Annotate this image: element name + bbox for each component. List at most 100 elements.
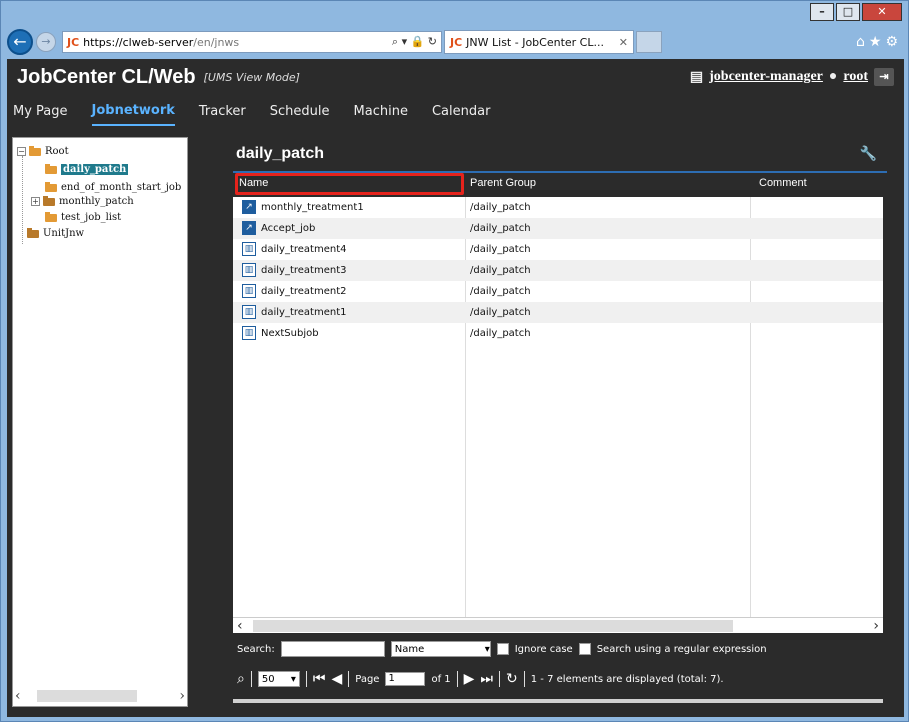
row-parent-group: /daily_patch: [470, 286, 531, 297]
table-row[interactable]: ↗ Accept_job/daily_patch: [233, 218, 883, 239]
scroll-left-icon[interactable]: ‹: [15, 688, 21, 704]
user-area: ▤ jobcenter-manager ● root ⇥: [690, 68, 894, 86]
scroll-right-icon[interactable]: ›: [873, 618, 879, 634]
row-name: daily_treatment3: [261, 265, 347, 276]
tree-horizontal-scrollbar[interactable]: ‹ ›: [15, 688, 185, 704]
collapse-icon[interactable]: −: [17, 147, 26, 156]
jobnetwork-icon: ↗: [242, 200, 256, 214]
folder-open-icon: [45, 181, 57, 192]
menu-machine[interactable]: Machine: [354, 98, 408, 125]
table-horizontal-scrollbar[interactable]: ‹ ›: [233, 617, 883, 634]
close-button[interactable]: ✕: [862, 3, 902, 21]
page-of-label: of 1: [431, 673, 451, 685]
ignore-case-checkbox[interactable]: [496, 643, 509, 655]
panel-resize-handle[interactable]: [233, 699, 883, 703]
regex-checkbox[interactable]: [578, 643, 591, 655]
row-name: daily_treatment1: [261, 307, 347, 318]
chevron-down-icon: ▾: [484, 643, 490, 655]
new-tab-button[interactable]: [636, 31, 662, 53]
menu-tracker[interactable]: Tracker: [199, 98, 246, 125]
menu-jobnetwork[interactable]: Jobnetwork: [91, 97, 175, 126]
folder-open-icon: [45, 163, 57, 174]
tree-label-monthly-patch: monthly_patch: [59, 196, 134, 207]
jnw-list-panel: daily_patch 🔧 Name Parent Group Comment …: [233, 137, 887, 707]
last-page-icon[interactable]: ⏭: [480, 671, 493, 687]
back-button[interactable]: ←: [7, 29, 33, 55]
user-link[interactable]: root: [843, 69, 868, 85]
group-icon: ▥: [242, 263, 256, 277]
separator: [348, 671, 350, 687]
panel-header: daily_patch 🔧: [233, 137, 887, 173]
first-page-icon[interactable]: ⏮: [313, 671, 326, 687]
tree-node-monthly-patch[interactable]: + monthly_patch: [31, 195, 134, 207]
page-label: Page: [355, 673, 380, 685]
wrench-icon[interactable]: 🔧: [860, 146, 877, 162]
search-lock-refresh-icon[interactable]: ⌕ ▾ 🔒 ↻: [392, 35, 437, 49]
forward-button[interactable]: →: [36, 32, 56, 52]
folder-open-icon: [29, 145, 41, 156]
tree-node-unitjnw[interactable]: UnitJnw: [27, 227, 85, 239]
folder-open-icon: [45, 211, 57, 222]
url-path: /en/jnws: [193, 35, 240, 49]
row-parent-group: /daily_patch: [470, 223, 531, 234]
url-host: https://clweb-server: [83, 35, 194, 49]
refresh-icon[interactable]: ↻: [506, 671, 518, 687]
search-field-select[interactable]: Name ▾: [390, 641, 491, 657]
pager-row: ⌕ 50 ▾ ⏮ ◀ Page 1 of 1 ▶ ⏭ ↻ 1 - 7 eleme…: [237, 667, 724, 691]
column-parent-group[interactable]: Parent Group: [470, 177, 536, 189]
prev-page-icon[interactable]: ◀: [331, 671, 342, 687]
search-input[interactable]: [280, 641, 385, 657]
name-column-highlight: [235, 173, 464, 195]
user-icon: ●: [828, 69, 838, 84]
page-size-select[interactable]: 50 ▾: [257, 671, 300, 687]
separator: [305, 671, 307, 687]
manager-link[interactable]: jobcenter-manager: [709, 69, 823, 85]
group-icon: ▥: [242, 242, 256, 256]
expand-icon[interactable]: +: [31, 197, 40, 206]
tab-close-icon[interactable]: ✕: [619, 36, 628, 49]
row-name: Accept_job: [261, 223, 316, 234]
separator: [499, 671, 501, 687]
column-comment[interactable]: Comment: [759, 177, 807, 189]
row-parent-group: /daily_patch: [470, 307, 531, 318]
tree-node-daily-patch[interactable]: daily_patch: [45, 163, 129, 175]
row-parent-group: /daily_patch: [470, 202, 531, 213]
menu-calendar[interactable]: Calendar: [432, 98, 490, 125]
window-controls: – □ ✕: [810, 3, 902, 21]
table-row[interactable]: ▥ NextSubjob/daily_patch: [233, 323, 883, 344]
menu-my-page[interactable]: My Page: [13, 98, 68, 125]
separator: [456, 671, 458, 687]
site-favicon: JC: [67, 35, 80, 49]
table-row[interactable]: ▥ daily_treatment3/daily_patch: [233, 260, 883, 281]
tree-node-test-job-list[interactable]: test_job_list: [45, 211, 121, 223]
search-row: Search: Name ▾ Ignore case Search using …: [237, 639, 767, 659]
folder-closed-icon: [27, 227, 39, 238]
address-bar[interactable]: JC https://clweb-server/en/jnws ⌕ ▾ 🔒 ↻: [62, 31, 442, 53]
row-name: daily_treatment2: [261, 286, 347, 297]
folder-closed-icon: [43, 195, 55, 206]
table-row[interactable]: ▥ daily_treatment4/daily_patch: [233, 239, 883, 260]
page-number-input[interactable]: 1: [385, 672, 426, 686]
minimize-button[interactable]: –: [810, 3, 834, 21]
tree-label-unitjnw: UnitJnw: [43, 228, 85, 239]
scroll-right-icon[interactable]: ›: [179, 688, 185, 704]
browser-toolbar-icons[interactable]: ⌂★⚙: [856, 34, 902, 50]
tab-label: JNW List - JobCenter CL...: [466, 35, 604, 49]
search-icon[interactable]: ⌕: [237, 671, 245, 687]
browser-tab[interactable]: JC JNW List - JobCenter CL... ✕: [444, 30, 634, 54]
table-row[interactable]: ▥ daily_treatment2/daily_patch: [233, 281, 883, 302]
tree-node-root[interactable]: − Root: [17, 145, 69, 157]
app-header: JobCenter CL/Web [UMS View Mode] ▤ jobce…: [7, 59, 904, 95]
menu-schedule[interactable]: Schedule: [270, 98, 330, 125]
next-page-icon[interactable]: ▶: [464, 671, 475, 687]
logout-icon[interactable]: ⇥: [874, 68, 894, 86]
scroll-left-icon[interactable]: ‹: [237, 618, 243, 634]
table-scroll-thumb[interactable]: [253, 620, 733, 632]
tree-scroll-thumb[interactable]: [37, 690, 137, 702]
table-row[interactable]: ↗ monthly_treatment1/daily_patch: [233, 197, 883, 218]
table-row[interactable]: ▥ daily_treatment1/daily_patch: [233, 302, 883, 323]
tree-node-end-of-month[interactable]: end_of_month_start_job: [45, 181, 181, 193]
separator: [250, 671, 252, 687]
maximize-button[interactable]: □: [836, 3, 860, 21]
group-icon: ▥: [242, 326, 256, 340]
